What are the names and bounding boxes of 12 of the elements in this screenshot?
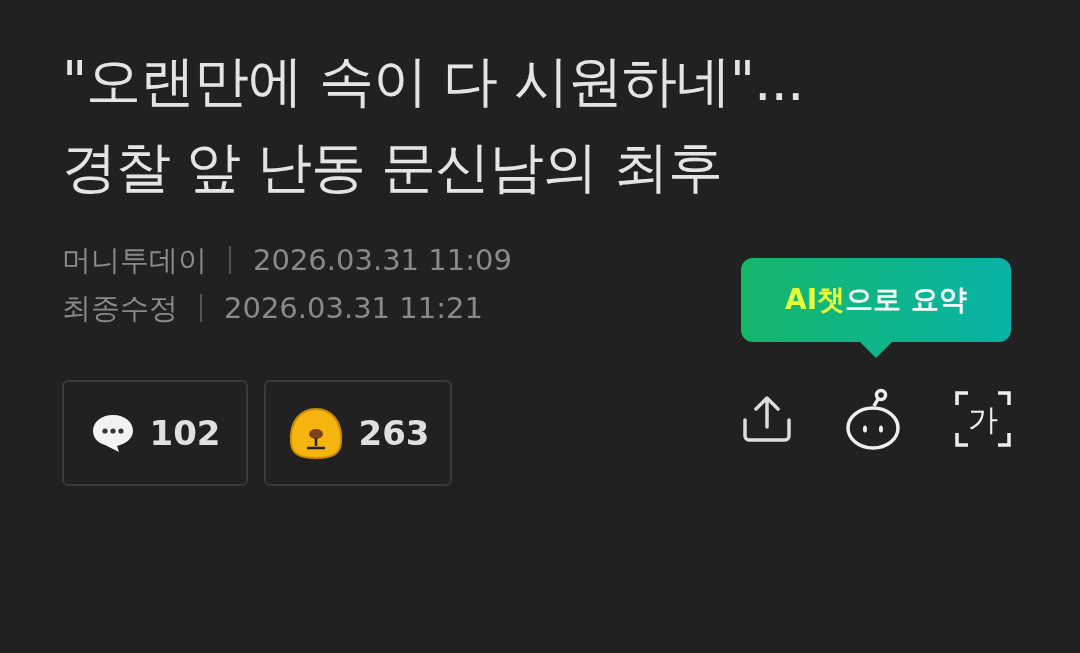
meta-date: 2026.03.31 11:09 xyxy=(253,242,512,279)
meta-date: 2026.03.31 11:21 xyxy=(224,290,483,327)
meta-label: 머니투데이 xyxy=(62,242,207,279)
share-icon[interactable] xyxy=(742,394,792,444)
meta-label: 최종수정 xyxy=(62,290,178,327)
headline-line: 경찰 앞 난동 문신남의 최후 xyxy=(62,134,723,201)
comment-count-button[interactable]: 102 xyxy=(62,380,248,486)
font-size-button[interactable]: 가 xyxy=(954,390,1012,448)
tooltip-pointer xyxy=(860,342,892,358)
headline-line: "오랜만에 속이 다 시원하네"... xyxy=(62,48,805,115)
robot-icon[interactable] xyxy=(844,388,902,450)
reaction-count-button[interactable]: 263 xyxy=(264,380,452,486)
